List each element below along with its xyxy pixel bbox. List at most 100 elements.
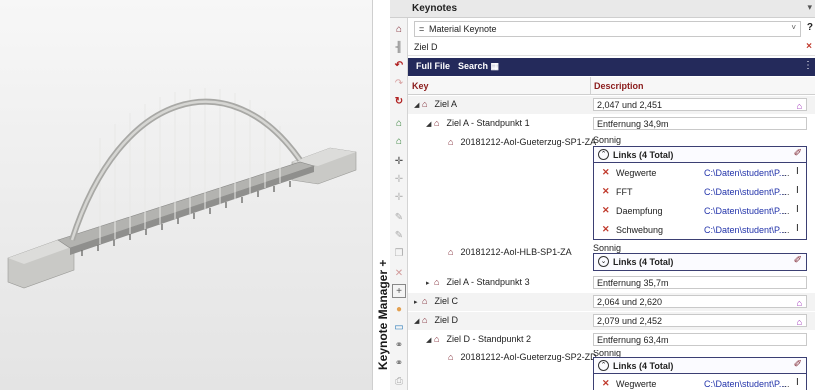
table-row[interactable]: ◢ ⌂ Ziel D - Standpunkt 2 Entfernung 63,4…: [408, 331, 815, 349]
row-description[interactable]: Entfernung 34,9m: [593, 117, 807, 130]
home-keynote-icon[interactable]: ⌂: [392, 22, 406, 36]
add-child-keynote-icon[interactable]: ⌂: [392, 134, 406, 148]
panel-side-tab[interactable]: Keynote Manager +: [372, 0, 390, 390]
link-more-button[interactable]: ...: [782, 225, 790, 235]
link-remove-icon[interactable]: ✕: [602, 378, 610, 389]
link-name: Wegwerte: [616, 379, 657, 389]
link-more-button[interactable]: ...: [782, 168, 790, 178]
column-header-description[interactable]: Description: [594, 81, 644, 91]
row-description[interactable]: 2,047 und 2,451 ⌂: [593, 98, 807, 111]
search-bar[interactable]: Ziel D ×: [408, 40, 815, 56]
link-path[interactable]: C:\Daten\student\P...: [704, 379, 786, 389]
link-path[interactable]: C:\Daten\student\P...: [704, 206, 786, 216]
link-path[interactable]: C:\Daten\student\P...: [704, 168, 786, 178]
text-cursor-icon[interactable]: I: [796, 223, 799, 234]
monitor-icon[interactable]: ▭: [392, 320, 406, 334]
keynote-type-select[interactable]: = Material Keynote ˅: [414, 21, 801, 37]
chevron-down-icon[interactable]: ˅: [791, 23, 796, 32]
keynote-marker-icon[interactable]: ⌂: [797, 101, 802, 110]
row-description[interactable]: 2,079 und 2,452 ⌂: [593, 314, 807, 327]
link-item[interactable]: ✕ Wegwerte C:\Daten\student\P... ... I: [594, 374, 806, 390]
text-cursor-icon[interactable]: I: [796, 377, 799, 388]
collapse-arrow-icon[interactable]: ▸: [414, 298, 422, 306]
links-header[interactable]: ⌃ Links (4 Total) ✐: [594, 358, 806, 374]
row-description[interactable]: Entfernung 63,4m: [593, 333, 807, 346]
tab-full-file[interactable]: Full File: [416, 61, 450, 71]
edit-links-icon[interactable]: ✐: [794, 359, 802, 370]
link-item[interactable]: ✕ FFT C:\Daten\student\P... ... I: [594, 182, 806, 201]
link-remove-icon[interactable]: ✕: [602, 205, 610, 216]
keynote-house-icon: ⌂: [422, 315, 428, 325]
row-description-text[interactable]: Sonnig: [593, 135, 621, 145]
links-header[interactable]: ⌃ Links (4 Total) ✐: [594, 147, 806, 163]
link-more-button[interactable]: ...: [782, 379, 790, 389]
link-item[interactable]: ✕ Wegwerte C:\Daten\student\P... ... I: [594, 163, 806, 182]
link-path[interactable]: C:\Daten\student\P...: [704, 187, 786, 197]
table-row[interactable]: ▸ ⌂ Ziel A - Standpunkt 3 Entfernung 35,7…: [408, 274, 815, 292]
row-description[interactable]: 2,064 und 2,620 ⌂: [593, 295, 807, 308]
copy-icon[interactable]: ❐: [392, 246, 406, 260]
table-row[interactable]: ◢ ⌂ Ziel A 2,047 und 2,451 ⌂: [408, 96, 815, 114]
table-row[interactable]: ◢ ⌂ Ziel D 2,079 und 2,452 ⌂: [408, 312, 815, 330]
table-row[interactable]: ⌂ 20181212-Aol-HLB-SP1-ZA Sonnig ⌄ Links…: [408, 243, 815, 273]
move-up-icon[interactable]: ✛: [392, 172, 406, 186]
links-header[interactable]: ⌄ Links (4 Total) ✐: [594, 254, 806, 270]
pin-icon[interactable]: ╢: [392, 40, 406, 54]
text-cursor-icon[interactable]: I: [796, 166, 799, 177]
print-icon[interactable]: ⎙: [392, 374, 406, 388]
redo-icon[interactable]: ↷: [392, 76, 406, 90]
row-description-text[interactable]: Sonnig: [593, 243, 621, 253]
panel-menu-icon[interactable]: ▾: [807, 2, 812, 13]
add-keynote-icon[interactable]: ⌂: [392, 116, 406, 130]
link-remove-icon[interactable]: ✕: [602, 167, 610, 178]
link-remove-icon[interactable]: ✕: [602, 186, 610, 197]
table-row[interactable]: ⌂ 20181212-Aol-Gueterzug-SP2-ZD Sonnig ⌃…: [408, 350, 815, 390]
tag-remove-icon[interactable]: ✎: [392, 228, 406, 242]
tag-icon[interactable]: ✎: [392, 210, 406, 224]
link-item[interactable]: ✕ Daempfung C:\Daten\student\P... ... I: [594, 201, 806, 220]
delete-icon[interactable]: ✕: [392, 266, 406, 280]
link-path[interactable]: C:\Daten\student\P...: [704, 225, 786, 235]
column-divider[interactable]: [590, 77, 591, 95]
keynote-marker-icon[interactable]: ⌂: [797, 298, 802, 307]
text-cursor-icon[interactable]: I: [796, 185, 799, 196]
table-row[interactable]: ⌂ 20181212-Aol-Gueterzug-SP1-ZA Sonnig ⌃…: [408, 134, 815, 242]
color-icon[interactable]: ●: [392, 302, 406, 316]
keynote-marker-icon[interactable]: ⌂: [797, 317, 802, 326]
table-header: Key Description: [408, 77, 815, 95]
expand-arrow-icon[interactable]: ◢: [426, 336, 434, 344]
search-input[interactable]: Ziel D: [414, 42, 438, 52]
expand-icon[interactable]: +: [392, 284, 406, 298]
expand-arrow-icon[interactable]: ◢: [414, 317, 422, 325]
move-icon[interactable]: ✛: [392, 154, 406, 168]
tab-search[interactable]: Search ▦: [458, 61, 499, 72]
link-item[interactable]: ✕ Schwebung C:\Daten\student\P... ... I: [594, 220, 806, 239]
edit-links-icon[interactable]: ✐: [794, 148, 802, 159]
link-remove-icon[interactable]: ✕: [602, 224, 610, 235]
move-down-icon[interactable]: ✛: [392, 190, 406, 204]
link-more-button[interactable]: ...: [782, 187, 790, 197]
expand-arrow-icon[interactable]: ◢: [426, 120, 434, 128]
edit-links-icon[interactable]: ✐: [794, 255, 802, 266]
table-row[interactable]: ◢ ⌂ Ziel A - Standpunkt 1 Entfernung 34,9…: [408, 115, 815, 133]
expand-icon[interactable]: ⌄: [598, 256, 609, 267]
column-header-key[interactable]: Key: [412, 81, 429, 91]
link-more-button[interactable]: ...: [782, 206, 790, 216]
text-cursor-icon[interactable]: I: [796, 204, 799, 215]
collapse-icon[interactable]: ⌃: [598, 149, 609, 160]
clear-search-icon[interactable]: ×: [806, 41, 812, 52]
refresh-icon[interactable]: ↻: [392, 94, 406, 108]
help-icon[interactable]: ?: [807, 22, 813, 33]
links-count-label: Links (4 Total): [613, 361, 674, 371]
undo-icon[interactable]: ↶: [392, 58, 406, 72]
tab-menu-icon[interactable]: ⋮: [803, 60, 813, 71]
expand-arrow-icon[interactable]: ◢: [414, 101, 422, 109]
table-row[interactable]: ▸ ⌂ Ziel C 2,064 und 2,620 ⌂: [408, 293, 815, 311]
collapse-arrow-icon[interactable]: ▸: [426, 279, 434, 287]
link-icon[interactable]: ⚭: [392, 338, 406, 352]
link-add-icon[interactable]: ⚭: [392, 356, 406, 370]
row-key: Ziel D - Standpunkt 2: [446, 334, 532, 344]
3d-viewport[interactable]: [0, 0, 372, 390]
row-description[interactable]: Entfernung 35,7m: [593, 276, 807, 289]
collapse-icon[interactable]: ⌃: [598, 360, 609, 371]
